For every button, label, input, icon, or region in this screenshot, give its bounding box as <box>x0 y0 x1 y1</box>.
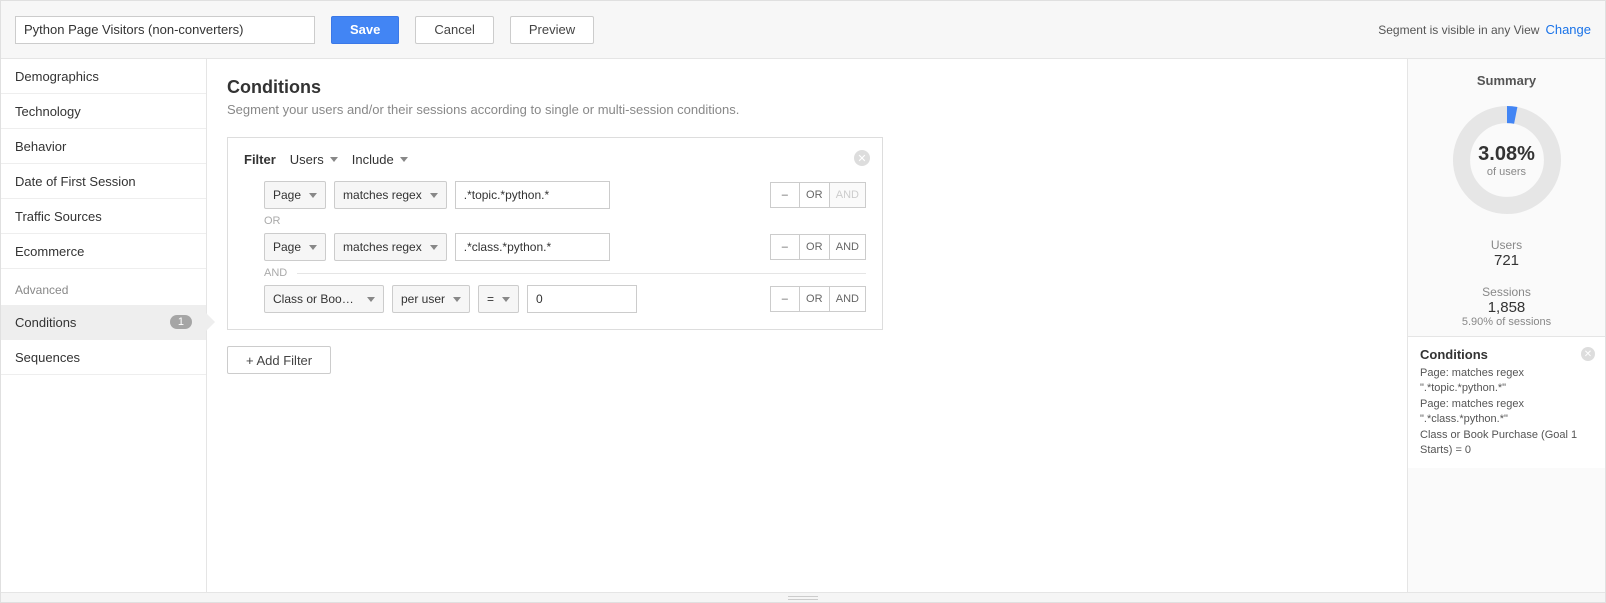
summary-condition-line: ".*topic.*python.*" <box>1420 381 1593 396</box>
or-button[interactable]: OR <box>800 182 830 208</box>
sidebar-item-date-first-session[interactable]: Date of First Session <box>1 164 206 199</box>
preview-button[interactable]: Preview <box>510 16 594 44</box>
joiner-and: AND <box>244 261 866 285</box>
condition-row: Page matches regex – OR AND <box>244 233 866 261</box>
summary-condition-line: ".*class.*python.*" <box>1420 412 1593 427</box>
sidebar-item-technology[interactable]: Technology <box>1 94 206 129</box>
sidebar-section-advanced: Advanced <box>1 275 206 305</box>
visibility-text: Segment is visible in any View <box>1378 23 1539 37</box>
row-ops: – OR AND <box>770 286 866 312</box>
body: Demographics Technology Behavior Date of… <box>1 59 1605 592</box>
chevron-down-icon <box>309 193 317 198</box>
summary-title: Summary <box>1408 59 1605 96</box>
sidebar-item-sequences[interactable]: Sequences <box>1 340 206 375</box>
chevron-down-icon <box>453 297 461 302</box>
filter-mode-value: Include <box>352 152 394 167</box>
chevron-down-icon <box>309 245 317 250</box>
resize-handle[interactable] <box>1 592 1605 602</box>
add-filter-button[interactable]: + Add Filter <box>227 346 331 374</box>
grip-icon <box>788 596 818 600</box>
and-button[interactable]: AND <box>830 286 866 312</box>
save-button[interactable]: Save <box>331 16 399 44</box>
dimension-select[interactable]: Class or Book Pur… <box>264 285 384 313</box>
close-icon[interactable]: ✕ <box>1581 347 1595 361</box>
stat-label: Sessions <box>1408 285 1605 299</box>
donut-percent: 3.08% <box>1478 143 1535 166</box>
filter-header: Filter Users Include <box>244 152 866 167</box>
change-visibility-link[interactable]: Change <box>1545 22 1591 37</box>
close-icon[interactable]: ✕ <box>854 150 870 166</box>
joiner-or: OR <box>244 209 866 233</box>
per-scope-select[interactable]: per user <box>392 285 470 313</box>
segment-builder: Save Cancel Preview Segment is visible i… <box>0 0 1606 603</box>
and-button: AND <box>830 182 866 208</box>
cancel-button[interactable]: Cancel <box>415 16 493 44</box>
summary-conditions-title: Conditions <box>1420 347 1593 362</box>
page-title: Conditions <box>227 77 1387 98</box>
sidebar-item-label: Conditions <box>15 315 76 330</box>
row-ops: – OR AND <box>770 182 866 208</box>
condition-row: Class or Book Pur… per user = – OR AND <box>244 285 866 313</box>
remove-row-button[interactable]: – <box>770 234 800 260</box>
sidebar: Demographics Technology Behavior Date of… <box>1 59 207 592</box>
dimension-select[interactable]: Page <box>264 233 326 261</box>
stat-sub: 5.90% of sessions <box>1408 316 1605 328</box>
stat-users: Users 721 <box>1408 230 1605 277</box>
sidebar-item-conditions[interactable]: Conditions 1 <box>1 305 206 340</box>
conditions-count-badge: 1 <box>170 315 192 329</box>
page-subtitle: Segment your users and/or their sessions… <box>227 102 1387 117</box>
chevron-down-icon <box>430 245 438 250</box>
segment-name-input[interactable] <box>15 16 315 44</box>
remove-row-button[interactable]: – <box>770 286 800 312</box>
or-button[interactable]: OR <box>800 286 830 312</box>
summary-condition-line: Class or Book Purchase (Goal 1 Starts) =… <box>1420 428 1593 459</box>
condition-value-input[interactable] <box>527 285 637 313</box>
filter-scope-value: Users <box>290 152 324 167</box>
sidebar-item-behavior[interactable]: Behavior <box>1 129 206 164</box>
donut-chart: 3.08% of users <box>1408 96 1605 230</box>
chevron-down-icon <box>430 193 438 198</box>
comparator-select[interactable]: = <box>478 285 519 313</box>
chevron-down-icon <box>330 157 338 162</box>
remove-row-button[interactable]: – <box>770 182 800 208</box>
sidebar-item-demographics[interactable]: Demographics <box>1 59 206 94</box>
condition-value-input[interactable] <box>455 233 610 261</box>
stat-label: Users <box>1408 238 1605 252</box>
filter-scope-dropdown[interactable]: Users <box>290 152 338 167</box>
summary-condition-line: Page: matches regex <box>1420 397 1593 412</box>
filter-box: ✕ Filter Users Include Page matches rege… <box>227 137 883 330</box>
donut-sub: of users <box>1487 166 1526 178</box>
condition-row: Page matches regex – OR AND <box>244 181 866 209</box>
and-button[interactable]: AND <box>830 234 866 260</box>
dimension-select[interactable]: Page <box>264 181 326 209</box>
match-type-select[interactable]: matches regex <box>334 233 447 261</box>
row-ops: – OR AND <box>770 234 866 260</box>
summary-panel: Summary 3.08% of users Users 721 <box>1407 59 1605 592</box>
filter-mode-dropdown[interactable]: Include <box>352 152 408 167</box>
chevron-down-icon <box>400 157 408 162</box>
topbar: Save Cancel Preview Segment is visible i… <box>1 1 1605 59</box>
summary-condition-line: Page: matches regex <box>1420 366 1593 381</box>
stat-sessions: Sessions 1,858 5.90% of sessions <box>1408 277 1605 336</box>
chevron-down-icon <box>502 297 510 302</box>
condition-value-input[interactable] <box>455 181 610 209</box>
filter-label: Filter <box>244 152 276 167</box>
stat-value: 721 <box>1408 252 1605 269</box>
match-type-select[interactable]: matches regex <box>334 181 447 209</box>
stat-value: 1,858 <box>1408 299 1605 316</box>
summary-conditions: ✕ Conditions Page: matches regex ".*topi… <box>1408 336 1605 468</box>
sidebar-item-traffic-sources[interactable]: Traffic Sources <box>1 199 206 234</box>
sidebar-item-ecommerce[interactable]: Ecommerce <box>1 234 206 269</box>
main-panel: Conditions Segment your users and/or the… <box>207 59 1407 592</box>
chevron-down-icon <box>367 297 375 302</box>
or-button[interactable]: OR <box>800 234 830 260</box>
